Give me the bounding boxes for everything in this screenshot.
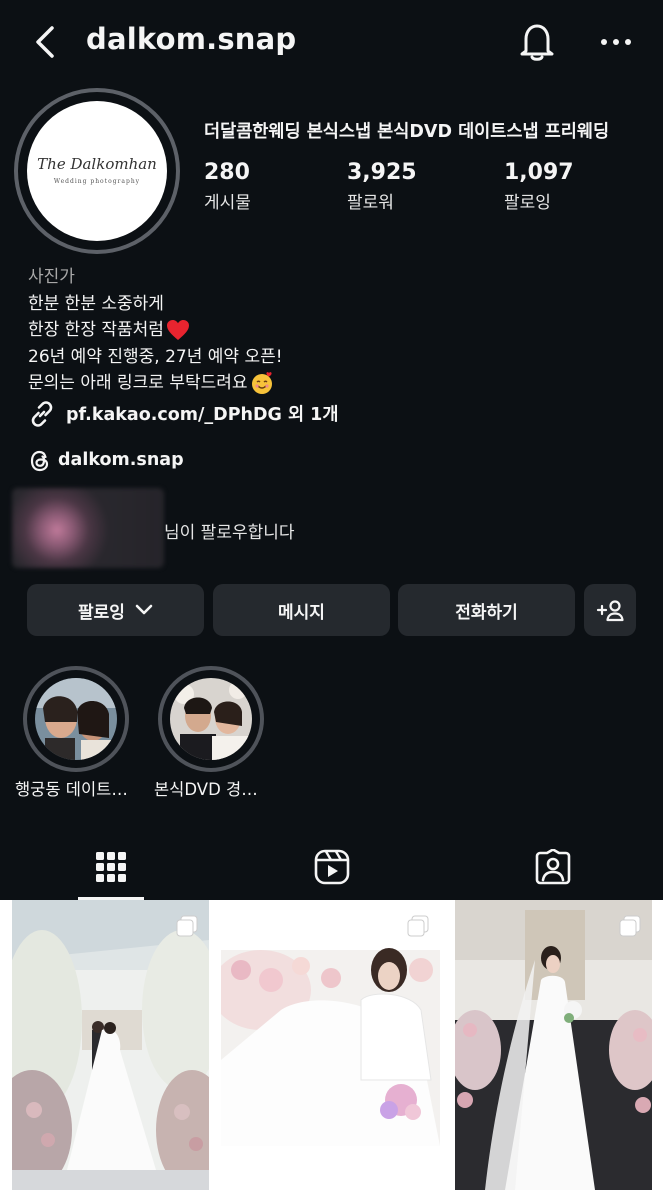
tab-tagged[interactable] <box>442 834 663 900</box>
stat-value: 3,925 <box>347 160 417 185</box>
posts-grid-icon <box>95 852 126 882</box>
bio-line-text: 26년 예약 진행중, 27년 예약 오픈! <box>28 347 283 367</box>
add-person-icon <box>596 600 624 622</box>
multiple-photos-icon <box>176 915 198 937</box>
more-options-icon[interactable] <box>598 30 634 54</box>
story-highlight[interactable]: 본식DVD 경… <box>154 666 264 799</box>
stat-posts[interactable]: 280 게시물 <box>204 160 251 213</box>
call-button[interactable]: 전화하기 <box>398 584 575 636</box>
suggested-users-button[interactable] <box>584 584 636 636</box>
link-icon <box>31 401 53 427</box>
bio-line-text: 문의는 아래 링크로 부탁드려요 <box>28 373 248 393</box>
profile-username: dalkom.snap <box>86 22 297 56</box>
stat-following[interactable]: 1,097 팔로잉 <box>504 160 574 213</box>
grid-post[interactable] <box>455 900 652 1190</box>
bio-line: 26년 예약 진행중, 27년 예약 오픈! <box>28 342 283 367</box>
post-thumbnail <box>455 900 652 1190</box>
highlight-cover-image <box>35 678 117 760</box>
external-link-text: pf.kakao.com/_DPhDG 외 1개 <box>66 405 339 425</box>
top-bar: dalkom.snap <box>0 0 663 84</box>
back-arrow-icon[interactable] <box>30 24 62 60</box>
logo-script-text: The Dalkomhan <box>37 155 157 173</box>
story-highlight[interactable]: 행궁동 데이트… <box>15 666 129 799</box>
stat-value: 1,097 <box>504 160 574 185</box>
tab-posts-grid[interactable] <box>0 834 221 900</box>
highlight-ring <box>158 666 264 772</box>
bio-line-text: 한장 한장 작품처럼 <box>28 320 164 340</box>
threads-icon <box>30 450 49 472</box>
highlight-cover-image <box>170 678 252 760</box>
tab-reels[interactable] <box>221 834 442 900</box>
bio-line: 문의는 아래 링크로 부탁드려요 <box>28 368 274 395</box>
call-button-label: 전화하기 <box>455 602 518 623</box>
message-button-label: 메시지 <box>278 602 325 623</box>
reels-icon <box>314 849 349 885</box>
tagged-icon <box>535 849 570 885</box>
followed-by-avatars-blurred[interactable] <box>12 488 164 568</box>
profile-full-name: 더달콤한웨딩 본식스냅 본식DVD 데이트스냅 프리웨딩 <box>204 122 610 142</box>
grid-post[interactable] <box>12 900 209 1190</box>
avatar-logo: The Dalkomhan Wedding photography <box>27 101 167 241</box>
multiple-photos-icon <box>619 915 641 937</box>
stat-label: 팔로잉 <box>504 193 551 213</box>
stat-label: 게시물 <box>204 193 251 213</box>
stat-value: 280 <box>204 160 250 185</box>
profile-category: 사진가 <box>28 267 75 287</box>
bio-line: 한분 한분 소중하게 <box>28 289 164 314</box>
notification-bell-icon[interactable] <box>518 20 556 62</box>
red-heart-emoji-icon <box>166 320 189 340</box>
profile-tabs <box>0 834 663 900</box>
highlight-label: 본식DVD 경… <box>154 780 258 799</box>
following-button-label: 팔로잉 <box>78 602 125 623</box>
highlight-label: 행궁동 데이트… <box>15 780 128 799</box>
logo-subtitle-text: Wedding photography <box>53 178 141 185</box>
stat-label: 팔로워 <box>347 193 394 213</box>
post-thumbnail <box>12 900 209 1190</box>
following-dropdown-button[interactable]: 팔로잉 <box>27 584 204 636</box>
message-button[interactable]: 메시지 <box>213 584 390 636</box>
highlight-ring <box>23 666 129 772</box>
profile-avatar[interactable]: The Dalkomhan Wedding photography <box>14 88 180 254</box>
followed-by-text[interactable]: 님이 팔로우합니다 <box>164 518 295 543</box>
post-thumbnail <box>221 900 440 1190</box>
multiple-photos-icon <box>407 915 429 937</box>
stat-followers[interactable]: 3,925 팔로워 <box>347 160 417 213</box>
grid-post[interactable] <box>221 900 440 1190</box>
chevron-down-icon <box>135 604 153 615</box>
bio-line: 한장 한장 작품처럼 <box>28 315 190 341</box>
threads-handle-text: dalkom.snap <box>58 450 184 470</box>
bio-line-text: 한분 한분 소중하게 <box>28 294 164 314</box>
posts-grid <box>0 900 663 1190</box>
smiling-hearts-emoji-icon <box>251 372 272 394</box>
